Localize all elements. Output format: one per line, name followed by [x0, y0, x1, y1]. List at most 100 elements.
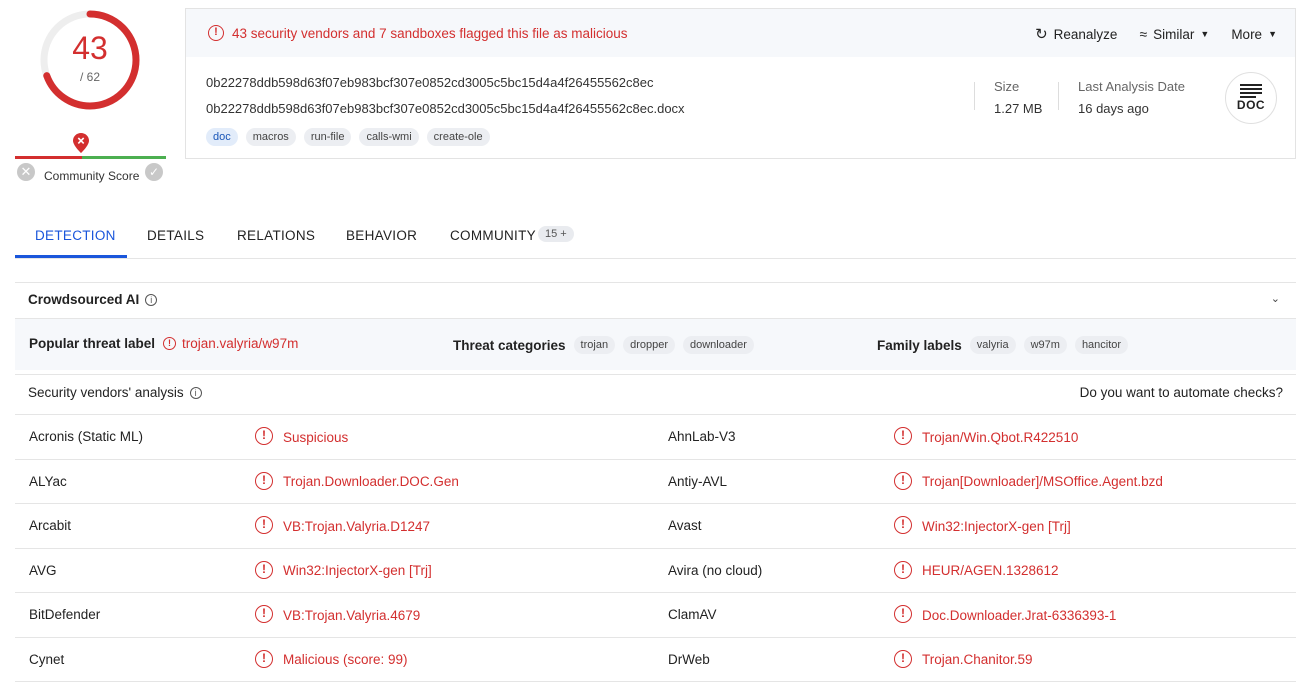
threat-labels-row: Popular threat label ! trojan.valyria/w9… [15, 318, 1296, 370]
tab-details[interactable]: DETAILS [147, 228, 204, 243]
community-count-badge: 15 + [538, 226, 574, 242]
vendor-name: ClamAV [668, 607, 717, 622]
vendor-result: ! Trojan[Downloader]/MSOffice.Agent.bzd [894, 471, 1163, 490]
tag-calls-wmi[interactable]: calls-wmi [359, 128, 419, 146]
crowdsourced-ai-title: Crowdsourced AI i [28, 292, 158, 307]
vendor-name: DrWeb [668, 651, 710, 667]
vendor-name: Cynet [29, 651, 65, 667]
similar-icon: ≈ [1139, 26, 1148, 42]
alert-icon: ! [255, 649, 273, 668]
alert-icon: ! [255, 427, 273, 445]
vendor-result: ! Win32:InjectorX-gen [Trj] [255, 560, 432, 579]
alert-icon: ! [894, 605, 912, 623]
tag-run-file[interactable]: run-file [303, 128, 352, 146]
vendor-name: Avast [668, 518, 702, 533]
community-score-bar [15, 156, 166, 159]
category-tag[interactable]: downloader [683, 336, 754, 354]
tag-create-ole[interactable]: create-ole [426, 128, 490, 146]
tab-detection[interactable]: DETECTION [35, 228, 116, 243]
alert-icon: ! [894, 427, 912, 445]
vendor-result: ! VB:Trojan.Valyria.D1247 [255, 516, 430, 534]
vendor-name: Arcabit [29, 518, 72, 533]
alert-bar: ! 43 security vendors and 7 sandboxes fl… [186, 9, 1295, 57]
table-row [15, 681, 1296, 700]
tab-behavior[interactable]: BEHAVIOR [346, 228, 417, 243]
vendor-result: ! Win32:InjectorX-gen [Trj] [894, 516, 1071, 534]
file-hash[interactable]: 0b22278ddb598d63f07eb983bcf307e0852cd300… [206, 75, 653, 90]
community-marker-icon [73, 133, 89, 153]
vendors-analysis-title: Security vendors' analysis i [28, 385, 202, 400]
divider [1058, 82, 1059, 110]
detection-count: 43 [72, 30, 108, 66]
table-row: Cynet ! Malicious (score: 99) DrWeb ! Troj… [15, 636, 1296, 682]
file-actions: ↻ Reanalyze ≈ Similar ▼ More ▼ [1035, 25, 1277, 43]
chevron-down-icon[interactable]: ⌄ [1271, 292, 1280, 305]
popular-threat-link[interactable]: ! trojan.valyria/w97m [163, 336, 298, 351]
vendors-analysis-header: Security vendors' analysis i Do you want … [15, 374, 1296, 414]
vendor-result: ! Trojan.Chanitor.59 [894, 649, 1033, 668]
alert-icon: ! [894, 516, 912, 534]
similar-button[interactable]: ≈ Similar ▼ [1139, 25, 1209, 43]
chevron-down-icon: ▼ [1200, 29, 1210, 39]
category-tag[interactable]: trojan [573, 336, 616, 354]
info-icon[interactable]: i [189, 387, 202, 400]
alert-icon: ! [208, 25, 224, 41]
vendor-result: ! HEUR/AGEN.1328612 [894, 560, 1059, 579]
file-tags: doc macros run-file calls-wmi create-ole [206, 128, 490, 146]
table-row: Acronis (Static ML) ! Suspicious AhnLab-V… [15, 414, 1296, 459]
report-tabs: DETECTION DETAILS RELATIONS BEHAVIOR COM… [15, 218, 1296, 259]
table-row: ALYac ! Trojan.Downloader.DOC.Gen Antiy-A… [15, 458, 1296, 504]
vendor-name: Antiy-AVL [668, 473, 728, 489]
alert-text: 43 security vendors and 7 sandboxes flag… [232, 25, 628, 41]
vote-harmless-icon[interactable]: ✓ [145, 163, 163, 181]
tag-macros[interactable]: macros [245, 128, 296, 146]
alert-icon: ! [255, 471, 273, 490]
family-labels: Family labels valyria w97m hancitor [877, 336, 1136, 354]
popular-threat-label: Popular threat label ! trojan.valyria/w9… [29, 336, 299, 351]
alert-icon: ! [255, 516, 273, 534]
tag-doc[interactable]: doc [206, 128, 238, 146]
table-row: AVG ! Win32:InjectorX-gen [Trj] Avira (no… [15, 547, 1296, 593]
detection-score-gauge: 43 / 62 [38, 8, 142, 112]
file-name: 0b22278ddb598d63f07eb983bcf307e0852cd300… [206, 101, 685, 116]
vendor-name: ALYac [29, 473, 67, 489]
vote-malicious-icon[interactable]: ✕ [17, 163, 35, 181]
alert-icon: ! [255, 605, 273, 623]
refresh-icon: ↻ [1035, 26, 1048, 43]
family-tag[interactable]: valyria [969, 336, 1016, 354]
vendor-result: ! Trojan.Downloader.DOC.Gen [255, 471, 459, 490]
engine-total: / 62 [79, 70, 100, 84]
category-tag[interactable]: dropper [623, 336, 675, 354]
vendor-name: BitDefender [29, 607, 101, 622]
table-row: BitDefender ! VB:Trojan.Valyria.4679 Clam… [15, 592, 1296, 637]
file-type-doc-icon: DOC [1225, 72, 1277, 124]
divider [974, 82, 975, 110]
malicious-alert: ! 43 security vendors and 7 sandboxes fl… [208, 25, 627, 41]
tab-relations[interactable]: RELATIONS [237, 228, 315, 243]
reanalyze-button[interactable]: ↻ Reanalyze [1035, 25, 1117, 43]
file-summary-card: ! 43 security vendors and 7 sandboxes fl… [185, 8, 1296, 159]
alert-icon: ! [255, 560, 273, 579]
vendor-name: AhnLab-V3 [668, 429, 736, 444]
vendor-result: ! Malicious (score: 99) [255, 649, 408, 668]
crowdsourced-ai-section[interactable]: Crowdsourced AI i ⌄ [15, 282, 1296, 318]
threat-categories: Threat categories trojan dropper downloa… [453, 336, 762, 354]
info-icon[interactable]: i [145, 294, 158, 307]
alert-icon: ! [894, 560, 912, 579]
vendor-name: AVG [29, 562, 57, 578]
vendor-result: ! Doc.Downloader.Jrat-6336393-1 [894, 605, 1116, 623]
last-analysis-date: Last Analysis Date 16 days ago [1078, 79, 1185, 116]
family-tag[interactable]: w97m [1023, 336, 1067, 354]
automate-checks-link[interactable]: Do you want to automate checks? [1080, 385, 1283, 400]
vendor-name: Avira (no cloud) [668, 562, 763, 578]
community-score-label: Community Score [44, 169, 140, 183]
vendor-result: ! Trojan/Win.Qbot.R422510 [894, 427, 1078, 445]
tab-community[interactable]: COMMUNITY [450, 228, 536, 243]
alert-icon: ! [894, 649, 912, 668]
more-button[interactable]: More ▼ [1231, 25, 1277, 43]
file-size: Size 1.27 MB [994, 79, 1043, 116]
vendor-result: ! VB:Trojan.Valyria.4679 [255, 605, 420, 623]
alert-icon: ! [163, 337, 177, 350]
vendor-result: ! Suspicious [255, 427, 348, 445]
family-tag[interactable]: hancitor [1074, 336, 1129, 354]
